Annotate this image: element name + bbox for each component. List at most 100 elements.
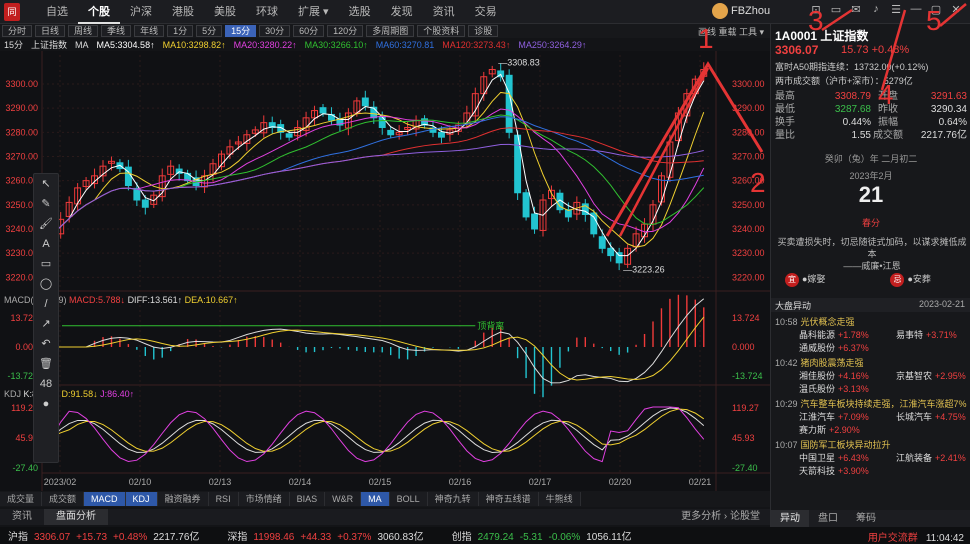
- nav-item-6[interactable]: 扩展 ▾: [288, 0, 339, 24]
- info-tab-1[interactable]: 盘面分析: [44, 509, 108, 525]
- period-button-12[interactable]: 个股资料: [417, 25, 466, 37]
- draw-tool-9[interactable]: 🗑: [34, 354, 58, 374]
- indicator-tab-4[interactable]: 融资融券: [157, 492, 209, 506]
- draw-tool-4[interactable]: ▭: [34, 254, 58, 274]
- period-button-8[interactable]: 30分: [259, 25, 291, 37]
- draw-tool-11[interactable]: ●: [34, 394, 58, 414]
- stock-chip[interactable]: 中国卫星 +6.43%: [775, 452, 872, 465]
- indicator-tab-13[interactable]: 牛熊线: [538, 492, 581, 506]
- nav-item-2[interactable]: 沪深: [120, 0, 162, 24]
- window-icon-6[interactable]: ▢: [926, 3, 946, 16]
- stock-chip[interactable]: 江航装备 +2.41%: [872, 452, 969, 465]
- nav-item-3[interactable]: 港股: [162, 0, 204, 24]
- right-tab-2[interactable]: 筹码: [847, 510, 885, 527]
- window-icon-2[interactable]: ✉: [846, 3, 866, 16]
- nav-item-7[interactable]: 选股: [339, 0, 381, 24]
- right-bottom-tabs: 异动 盘口 筹码: [771, 510, 970, 527]
- indicator-tab-2[interactable]: MACD: [84, 492, 126, 506]
- period-button-7[interactable]: 15分: [225, 25, 257, 37]
- nav-item-0[interactable]: 自选: [36, 0, 78, 24]
- draw-tool-1[interactable]: ✎: [34, 194, 58, 214]
- market-alert[interactable]: 10:07 国防军工板块异动拉升 中国卫星 +6.43% 江航装备 +2.41% 天箭科技 +…: [775, 439, 969, 478]
- window-icon-5[interactable]: —: [906, 3, 926, 16]
- candle-body: [141, 199, 149, 208]
- nav-item-9[interactable]: 资讯: [423, 0, 465, 24]
- period-button-2[interactable]: 周线: [68, 25, 99, 37]
- user-box[interactable]: FBZhou: [712, 3, 770, 19]
- stock-chip[interactable]: 易事特 +3.71%: [872, 329, 969, 342]
- period-button-9[interactable]: 60分: [293, 25, 325, 37]
- user-name[interactable]: FBZhou: [731, 5, 770, 17]
- indicator-tab-1[interactable]: 成交额: [42, 492, 85, 506]
- more-analysis[interactable]: 更多分析 › 论股堂: [681, 509, 760, 525]
- nav-item-5[interactable]: 环球: [246, 0, 288, 24]
- low-label: —3223.26: [623, 264, 665, 274]
- window-icon-7[interactable]: ✕: [946, 3, 966, 16]
- indicator-tab-3[interactable]: KDJ: [125, 492, 158, 506]
- toolbar-right[interactable]: 画线 重载 工具 ▾: [698, 25, 764, 38]
- stock-chip[interactable]: 温氏股份 +3.13%: [775, 383, 872, 396]
- nav-item-1[interactable]: 个股: [78, 0, 120, 24]
- stock-chip[interactable]: 江淮汽车 +7.09%: [775, 411, 872, 424]
- yi-text: ●嫁娶: [802, 274, 826, 284]
- draw-tool-0[interactable]: ↖: [34, 174, 58, 194]
- stock-chip[interactable]: 赛力斯 +2.90%: [775, 424, 872, 437]
- period-button-4[interactable]: 年线: [134, 25, 165, 37]
- indicator-tab-5[interactable]: RSI: [208, 492, 239, 506]
- info-tab-0[interactable]: 资讯: [0, 509, 44, 525]
- draw-tool-2[interactable]: 🖌: [34, 214, 58, 234]
- period-button-1[interactable]: 日线: [35, 25, 66, 37]
- stock-chip[interactable]: 京基智农 +2.95%: [872, 370, 969, 383]
- period-button-5[interactable]: 1分: [167, 25, 194, 37]
- right-tab-1[interactable]: 盘口: [809, 510, 847, 527]
- indicator-tab-6[interactable]: 市场情绪: [238, 492, 290, 506]
- avatar[interactable]: [712, 3, 728, 19]
- period-button-13[interactable]: 诊股: [468, 25, 499, 37]
- chart-area[interactable]: 3300.00 3300.00 3290.00 3290.00 3280.00 3280.…: [0, 51, 770, 491]
- status-index-1[interactable]: 深指 11998.46 +44.33 +0.37% 3060.83亿: [227, 528, 429, 543]
- divergence-label: 顶背离: [477, 320, 504, 331]
- window-icon-0[interactable]: ⊡: [806, 3, 826, 16]
- draw-tool-8[interactable]: ↶: [34, 334, 58, 354]
- stock-chip[interactable]: 晶科能源 +1.78%: [775, 329, 872, 342]
- indicator-tab-7[interactable]: BIAS: [289, 492, 326, 506]
- window-icon-3[interactable]: ♪: [866, 3, 886, 16]
- window-icon-1[interactable]: ▭: [826, 3, 846, 16]
- futures-line[interactable]: 富时A50期指连续：13732.00(+0.12%): [775, 60, 928, 73]
- nav-item-4[interactable]: 美股: [204, 0, 246, 24]
- nav-item-8[interactable]: 发现: [381, 0, 423, 24]
- draw-tool-10[interactable]: 48: [34, 374, 58, 394]
- status-index-0[interactable]: 沪指 3306.07 +15.73 +0.48% 2217.76亿: [8, 528, 205, 543]
- draw-tool-6[interactable]: /: [34, 294, 58, 314]
- stock-chip[interactable]: 湘佳股份 +4.16%: [775, 370, 872, 383]
- community-link[interactable]: 用户交流群: [868, 533, 918, 544]
- indicator-tab-9[interactable]: MA: [361, 492, 390, 506]
- y-tick-right: 3270.00: [732, 152, 765, 162]
- period-button-0[interactable]: 分时: [2, 25, 33, 37]
- window-icon-4[interactable]: ☰: [886, 3, 906, 16]
- stock-chip[interactable]: 长城汽车 +4.75%: [872, 411, 969, 424]
- indicator-tab-12[interactable]: 神奇五线谱: [478, 492, 539, 506]
- period-button-10[interactable]: 120分: [327, 25, 364, 37]
- period-button-3[interactable]: 季线: [101, 25, 132, 37]
- period-button-6[interactable]: 5分: [196, 25, 223, 37]
- draw-tool-7[interactable]: ↗: [34, 314, 58, 334]
- market-alert[interactable]: 10:58 光伏概念走强 晶科能源 +1.78% 易事特 +3.71% 通威股份 +6.37%: [775, 316, 969, 355]
- draw-tool-3[interactable]: A: [34, 234, 58, 254]
- stock-chip[interactable]: 天箭科技 +3.90%: [775, 465, 872, 478]
- kdj-tick-right: -27.40: [732, 463, 758, 473]
- market-alert[interactable]: 10:42 猪肉股震荡走强 湘佳股份 +4.16% 京基智农 +2.95% 温氏股份 +3.1…: [775, 357, 969, 396]
- candle-body: [361, 97, 369, 107]
- indicator-tab-11[interactable]: 神奇九转: [427, 492, 479, 506]
- period-button-11[interactable]: 多周期图: [366, 25, 415, 37]
- ma20-value: MA20:3280.22↑: [233, 39, 297, 50]
- indicator-tab-0[interactable]: 成交量: [0, 492, 43, 506]
- status-index-2[interactable]: 创指 2479.24 -5.31 -0.06% 1056.11亿: [452, 528, 638, 543]
- draw-tool-5[interactable]: ◯: [34, 274, 58, 294]
- stock-chip[interactable]: 通威股份 +6.37%: [775, 342, 872, 355]
- right-tab-0[interactable]: 异动: [771, 510, 809, 527]
- nav-item-10[interactable]: 交易: [465, 0, 507, 24]
- indicator-tab-8[interactable]: W&R: [325, 492, 362, 506]
- market-alert[interactable]: 10:29 汽车整车板块持续走强，江淮汽车涨超7% 江淮汽车 +7.09% 长城汽车 +4…: [775, 398, 969, 437]
- indicator-tab-10[interactable]: BOLL: [389, 492, 428, 506]
